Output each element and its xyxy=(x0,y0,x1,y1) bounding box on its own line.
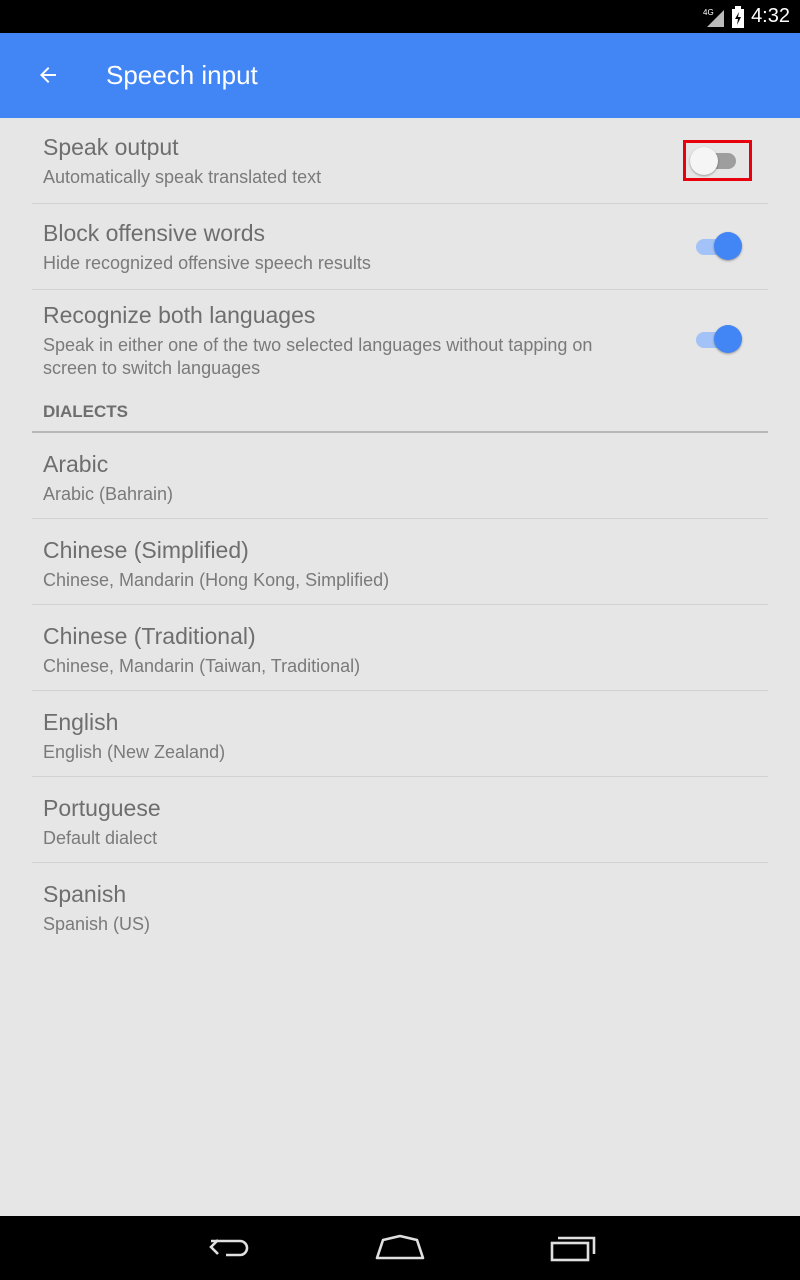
block-offensive-toggle[interactable] xyxy=(690,231,742,261)
pref-title: Block offensive words xyxy=(43,220,266,246)
pref-summary-line2: screen to switch languages xyxy=(43,358,261,378)
dialect-value: Chinese, Mandarin (Taiwan, Traditional) xyxy=(43,656,361,676)
cell-signal-icon: 4G xyxy=(703,8,725,27)
dialect-language: Chinese (Traditional) xyxy=(43,623,256,649)
pref-block-offensive[interactable]: Block offensive words Hide recognized of… xyxy=(32,204,768,290)
toggle-thumb xyxy=(714,232,742,260)
recognize-both-toggle[interactable] xyxy=(690,324,742,354)
dialect-value: Chinese, Mandarin (Hong Kong, Simplified… xyxy=(43,570,390,590)
back-button[interactable] xyxy=(26,53,70,97)
back-nav-icon xyxy=(209,1239,249,1257)
navigation-bar xyxy=(0,1216,800,1280)
pref-title: Speak output xyxy=(43,134,179,160)
pref-speak-output[interactable]: Speak output Automatically speak transla… xyxy=(32,118,768,204)
pref-summary: Hide recognized offensive speech results xyxy=(43,253,371,273)
dialect-language: Portuguese xyxy=(43,795,161,821)
dialect-language: English xyxy=(43,709,119,735)
highlight-box xyxy=(683,140,752,181)
dialect-item-portuguese[interactable]: Portuguese Default dialect xyxy=(32,777,768,863)
dialect-item-arabic[interactable]: Arabic Arabic (Bahrain) xyxy=(32,433,768,519)
pref-summary: Automatically speak translated text xyxy=(43,167,322,187)
battery-icon xyxy=(732,5,745,28)
dialect-value: Spanish (US) xyxy=(43,914,151,934)
dialect-value: Arabic (Bahrain) xyxy=(43,484,174,504)
status-bar: 4G 4:32 xyxy=(0,0,800,33)
dialect-language: Arabic xyxy=(43,451,109,477)
svg-text:4G: 4G xyxy=(703,8,714,17)
arrow-back-icon xyxy=(40,67,56,83)
dialect-item-chinese-traditional[interactable]: Chinese (Traditional) Chinese, Mandarin … xyxy=(32,605,768,691)
status-icons: 4G 4:32 xyxy=(703,0,790,33)
status-time: 4:32 xyxy=(751,5,790,27)
dialect-language: Chinese (Simplified) xyxy=(43,537,249,563)
nav-back-button[interactable] xyxy=(198,1226,262,1270)
app-bar: Speech input xyxy=(0,33,800,118)
dialect-language: Spanish xyxy=(43,881,127,907)
page-title: Speech input xyxy=(106,60,258,90)
recents-nav-icon xyxy=(550,1236,596,1262)
dialect-value: English (New Zealand) xyxy=(43,742,226,762)
home-nav-icon xyxy=(375,1234,425,1260)
dialects-section-header: DIALECTS xyxy=(32,390,768,433)
pref-recognize-both[interactable]: Recognize both languages Speak in either… xyxy=(32,290,768,390)
toggle-thumb xyxy=(714,325,742,353)
settings-list: Speak output Automatically speak transla… xyxy=(32,118,768,949)
dialect-item-spanish[interactable]: Spanish Spanish (US) xyxy=(32,863,768,949)
section-title: DIALECTS xyxy=(43,402,128,421)
dialect-item-english[interactable]: English English (New Zealand) xyxy=(32,691,768,777)
dialect-item-chinese-simplified[interactable]: Chinese (Simplified) Chinese, Mandarin (… xyxy=(32,519,768,605)
pref-title: Recognize both languages xyxy=(43,302,316,328)
pref-summary-line1: Speak in either one of the two selected … xyxy=(43,335,593,355)
dialect-value: Default dialect xyxy=(43,828,158,848)
nav-home-button[interactable] xyxy=(368,1226,432,1270)
nav-recents-button[interactable] xyxy=(540,1226,604,1270)
